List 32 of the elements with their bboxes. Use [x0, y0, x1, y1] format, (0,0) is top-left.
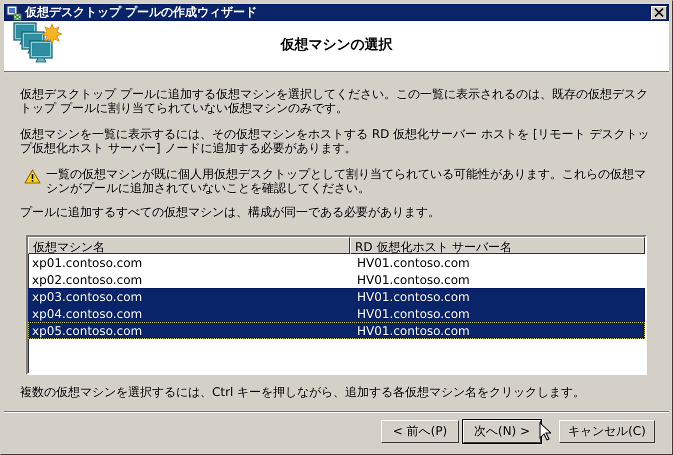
warning-icon — [24, 169, 41, 184]
list-cell-text: HV01.contoso.com — [356, 272, 470, 287]
list-cell-text: HV01.contoso.com — [356, 290, 470, 304]
window-title: 仮想デスクトップ プールの作成ウィザード — [25, 4, 258, 21]
wizard-button[interactable]: < 前へ(P) — [381, 420, 459, 444]
hint-text: 複数の仮想マシンを選択するには、Ctrl キーを押しながら、追加する各仮想マシン名をクリックします。 — [20, 384, 586, 402]
column-header[interactable]: RD 仮想化ホスト サーバー名 — [350, 237, 645, 254]
cursor-icon — [539, 422, 551, 441]
list-cell-text: HV01.contoso.com — [356, 256, 470, 270]
wizard-button[interactable]: 次へ(N) > — [463, 420, 541, 444]
description-text: プールに追加するすべての仮想マシンは、構成が同一である必要があります。 — [20, 205, 441, 220]
column-header[interactable]: 仮想マシン名 — [28, 237, 350, 254]
description-text: 仮想デスクトップ プールに追加する仮想マシンを選択してください。この一覧に表示されるのは、既存の仮想デスクトップ プールに割り当てられていない仮想マシンのみです。 — [20, 87, 649, 116]
list-row[interactable]: xp02.contoso.com HV01.contoso.com — [28, 271, 645, 288]
list-row[interactable]: xp04.contoso.com HV01.contoso.com — [28, 305, 645, 322]
wizard-button[interactable]: キャンセル(C) — [559, 420, 655, 444]
window-icon — [6, 4, 22, 20]
description-text: 仮想マシンを一覧に表示するには、その仮想マシンをホストする RD 仮想化サーバー ホストを [リモート デスクトップ仮想化ホスト サーバー] ノードに追加する必要があります。 — [20, 127, 650, 156]
list-row[interactable]: xp03.contoso.com HV01.contoso.com — [28, 288, 645, 306]
list-cell-text: xp03.contoso.com — [31, 290, 144, 304]
close-button[interactable] — [651, 6, 667, 20]
list-cell-text: HV01.contoso.com — [356, 324, 470, 338]
list-cell-text: xp05.contoso.com — [31, 324, 144, 338]
warning-text: 一覧の仮想マシンが既に個人用仮想デスクトップとして割り当てられている可能性があります。これらの仮想マシンがプールに追加されていないことを確認してください。 — [46, 167, 647, 196]
list-cell-text: xp01.contoso.com — [31, 256, 144, 270]
page-heading: 仮想マシンの選択 — [279, 36, 394, 54]
list-cell-text: xp02.contoso.com — [31, 272, 144, 287]
list-row[interactable]: xp01.contoso.com HV01.contoso.com — [28, 254, 645, 272]
close-icon — [654, 8, 664, 17]
list-row[interactable]: xp05.contoso.com HV01.contoso.com — [28, 322, 645, 340]
list-cell-text: HV01.contoso.com — [356, 306, 470, 321]
list-cell-text: xp04.contoso.com — [31, 306, 144, 321]
